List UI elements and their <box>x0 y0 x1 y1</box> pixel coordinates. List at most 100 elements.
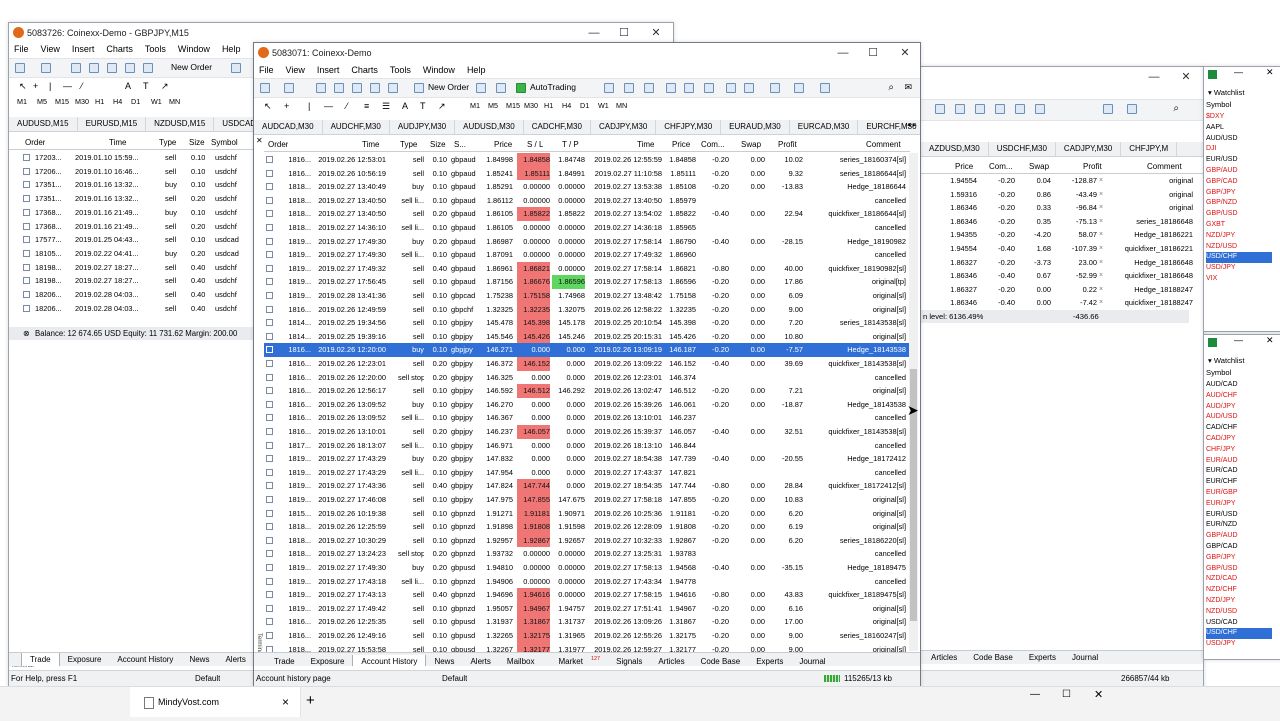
table-row[interactable]: 1816... 2019.02.26 13:09:52 buy 0.10 gbpjpy 1… <box>264 398 910 412</box>
tester-icon[interactable] <box>388 83 398 93</box>
candlestick-icon[interactable] <box>624 83 634 93</box>
timeframe-m1[interactable]: M1 <box>470 99 480 113</box>
chart-tab[interactable]: CADJPY,M30 <box>1056 142 1122 156</box>
text-icon[interactable]: A <box>125 77 131 95</box>
watchlist-symbol[interactable]: AUD/CAD <box>1206 380 1238 391</box>
new-chart-icon[interactable] <box>260 83 270 93</box>
close-button[interactable]: ✕ <box>1266 335 1274 346</box>
table-row[interactable]: 1.94554 -0.20 0.04 -128.87 original × <box>921 174 1203 188</box>
table-row[interactable]: 1816... 2019.02.26 12:49:16 sell 0.10 gbpusd… <box>264 629 910 643</box>
watchlist-symbol[interactable]: $DXY <box>1206 112 1224 123</box>
timeframe-mn[interactable]: MN <box>169 95 180 109</box>
tab-trade[interactable]: Trade <box>266 655 303 666</box>
table-row[interactable]: 1819... 2019.02.27 17:49:32 sell 0.40 gbpaud… <box>264 261 910 276</box>
table-row[interactable]: 1816... 2019.02.26 12:49:59 sell 0.10 gbpchf… <box>264 302 910 317</box>
col-swap[interactable]: Swap <box>1029 160 1049 173</box>
table-row[interactable]: 1815... 2019.02.26 10:19:38 sell 0.10 gbpnzd… <box>264 506 910 521</box>
watchlist-symbol[interactable]: GBP/NZD <box>1206 198 1237 209</box>
close-position-icon[interactable]: × <box>1099 174 1103 188</box>
signals-icon[interactable] <box>496 83 506 93</box>
period-icon[interactable] <box>1015 104 1025 114</box>
watchlist-symbol[interactable]: USD/JPY <box>1206 263 1236 274</box>
terminal-icon[interactable] <box>370 83 380 93</box>
minimize-button[interactable]: — <box>1234 67 1243 77</box>
watchlist-symbol[interactable]: USD/CAD <box>1206 618 1238 629</box>
col-price[interactable]: Price <box>494 138 512 151</box>
tester-icon[interactable] <box>143 63 153 73</box>
tab-exposure[interactable]: Exposure <box>303 655 353 666</box>
minimize-button[interactable]: — <box>579 23 609 43</box>
timeframe-m30[interactable]: M30 <box>75 95 89 109</box>
browser-tab[interactable]: MindyVost.com × <box>130 687 301 717</box>
watchlist-symbol[interactable]: CAD/CHF <box>1206 423 1237 434</box>
new-order-button[interactable]: New Order <box>428 82 469 92</box>
col-close-time[interactable]: Time <box>637 138 654 151</box>
watchlist-symbol[interactable]: GBP/USD <box>1206 209 1238 220</box>
chart-tab[interactable]: EURAUD,M30 <box>721 120 790 134</box>
table-row[interactable]: 1816... 2019.02.26 13:10:01 sell 0.20 gbpjpy… <box>264 425 910 439</box>
tab-account-history[interactable]: Account History <box>352 654 427 666</box>
clock-icon[interactable] <box>1103 104 1113 114</box>
minimize-button[interactable]: — <box>1234 335 1243 345</box>
new-chart-icon[interactable] <box>15 63 25 73</box>
watchlist-symbol[interactable]: AUD/USD <box>1206 412 1238 423</box>
new-order-button[interactable]: New Order <box>171 62 212 72</box>
close-position-icon[interactable]: × <box>1099 296 1103 310</box>
watchlist-symbol[interactable]: VIX <box>1206 274 1217 285</box>
tab-alerts[interactable]: Alerts <box>217 653 253 666</box>
watchlist-symbol[interactable]: GBP/CAD <box>1206 177 1238 188</box>
menu-view[interactable]: View <box>281 63 312 77</box>
watchlist-symbol[interactable]: EUR/NZD <box>1206 520 1237 531</box>
close-position-icon[interactable]: × <box>1099 242 1103 256</box>
close-tab-icon[interactable]: × <box>282 687 289 717</box>
table-row[interactable]: 18206... 2019.02.28 04:03... sell 0.40 usdch… <box>9 288 255 302</box>
watchlist-symbol[interactable]: DJI <box>1206 144 1217 155</box>
timeframe-m5[interactable]: M5 <box>37 95 47 109</box>
table-row[interactable]: 1819... 2019.02.27 17:43:29 buy 0.20 gbpjpy 1… <box>264 452 910 466</box>
cursor-icon[interactable]: ↖ <box>19 77 27 95</box>
tab-experts[interactable]: Experts <box>1021 651 1064 664</box>
table-row[interactable]: 1.94355 -0.20 -4.20 58.07 Hedge_18186221 × <box>921 228 1203 242</box>
watchlist-symbol[interactable]: USD/CHF <box>1206 252 1272 264</box>
watchlist-symbol[interactable]: AUD/CHF <box>1206 391 1237 402</box>
indicators-icon[interactable] <box>770 83 780 93</box>
table-row[interactable]: 1819... 2019.02.27 17:49:42 sell 0.10 gbpnzd… <box>264 601 910 616</box>
timeframe-m1[interactable]: M1 <box>17 95 27 109</box>
trendline-icon[interactable]: ⁄ <box>81 77 83 95</box>
table-row[interactable]: 1819... 2019.02.27 17:49:30 sell li... 0.10… <box>264 248 910 262</box>
metaeditor-icon[interactable] <box>476 83 486 93</box>
menu-file[interactable]: File <box>254 63 281 77</box>
watchlist-header[interactable]: Symbol <box>1206 100 1231 109</box>
crosshair-icon[interactable]: + <box>33 77 38 95</box>
table-row[interactable]: 1.86346 -0.40 0.00 -7.42 quickfixer_18188247… <box>921 296 1203 310</box>
arrows-icon[interactable]: ↗ <box>161 77 169 95</box>
table-row[interactable]: 18198... 2019.02.27 18:27... sell 0.40 usdch… <box>9 261 255 275</box>
tab-account-history[interactable]: Account History <box>109 653 181 666</box>
menu-insert[interactable]: Insert <box>312 63 347 77</box>
menu-window[interactable]: Window <box>173 42 217 56</box>
data-window-icon[interactable] <box>334 83 344 93</box>
table-row[interactable]: 1818... 2019.02.27 13:40:49 buy 0.10 gbpaud 1… <box>264 180 910 194</box>
minimize-button[interactable]: — <box>1030 689 1040 700</box>
close-position-icon[interactable]: × <box>1099 256 1103 270</box>
table-row[interactable]: 18105... 2019.02.22 04:41... buy 0.20 usdcad <box>9 247 255 261</box>
watchlist-symbol[interactable]: EUR/JPY <box>1206 499 1236 510</box>
table-row[interactable]: 1819... 2019.02.27 17:43:36 sell 0.40 gbpjpy… <box>264 479 910 493</box>
watchlist-symbol[interactable]: NZD/JPY <box>1206 231 1235 242</box>
timeframe-d1[interactable]: D1 <box>580 99 589 113</box>
table-row[interactable]: 1814... 2019.02.25 19:34:56 sell 0.10 gbpjpy… <box>264 316 910 330</box>
chart-tab[interactable]: AZDUSD,M30 <box>921 142 989 156</box>
templates-icon[interactable] <box>820 83 830 93</box>
timeframe-w1[interactable]: W1 <box>151 95 162 109</box>
tile-windows-icon[interactable] <box>704 83 714 93</box>
line-chart-icon[interactable] <box>644 83 654 93</box>
close-position-icon[interactable]: × <box>1099 201 1103 215</box>
new-tab-button[interactable]: + <box>306 692 315 709</box>
tab-journal[interactable]: Journal <box>1064 651 1106 664</box>
watchlist-symbol[interactable]: AUD/JPY <box>1206 402 1236 413</box>
zoom-out-icon[interactable] <box>684 83 694 93</box>
tab-exposure[interactable]: Exposure <box>60 653 110 666</box>
watchlist-symbol[interactable]: EUR/GBP <box>1206 488 1238 499</box>
timeframe-mn[interactable]: MN <box>616 99 627 113</box>
scroll-icon[interactable] <box>995 104 1005 114</box>
